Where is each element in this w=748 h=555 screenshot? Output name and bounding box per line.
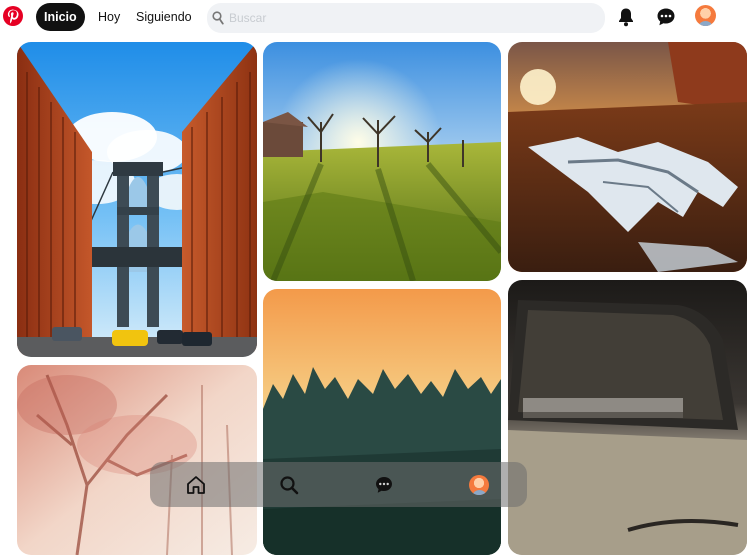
nav-following-link[interactable]: Siguiendo (136, 3, 192, 31)
pin-card[interactable] (263, 42, 501, 281)
pin-image (508, 42, 747, 272)
pin-image (17, 365, 257, 555)
pin-image (263, 289, 501, 555)
nav-home-tab[interactable]: Inicio (36, 3, 85, 31)
top-header: Inicio Hoy Siguiendo (0, 0, 748, 36)
avatar[interactable] (695, 5, 716, 26)
pin-image (17, 42, 257, 357)
pin-card[interactable] (17, 365, 257, 555)
search-icon[interactable] (278, 474, 300, 496)
chat-icon[interactable] (373, 474, 395, 496)
bottom-nav-bar (150, 462, 527, 507)
pin-card[interactable] (17, 42, 257, 357)
bell-icon[interactable] (615, 6, 637, 28)
pin-card[interactable] (263, 289, 501, 555)
pin-card[interactable] (508, 280, 747, 555)
search-input[interactable] (229, 3, 589, 33)
pin-image (508, 280, 747, 555)
home-icon[interactable] (185, 474, 207, 496)
pinterest-logo-icon[interactable] (3, 6, 23, 26)
pin-card[interactable] (508, 42, 747, 272)
avatar[interactable] (469, 475, 489, 495)
pin-image (263, 42, 501, 281)
search-bar[interactable] (207, 3, 605, 33)
search-icon (212, 11, 224, 25)
nav-today-link[interactable]: Hoy (98, 3, 120, 31)
chat-icon[interactable] (655, 6, 677, 28)
